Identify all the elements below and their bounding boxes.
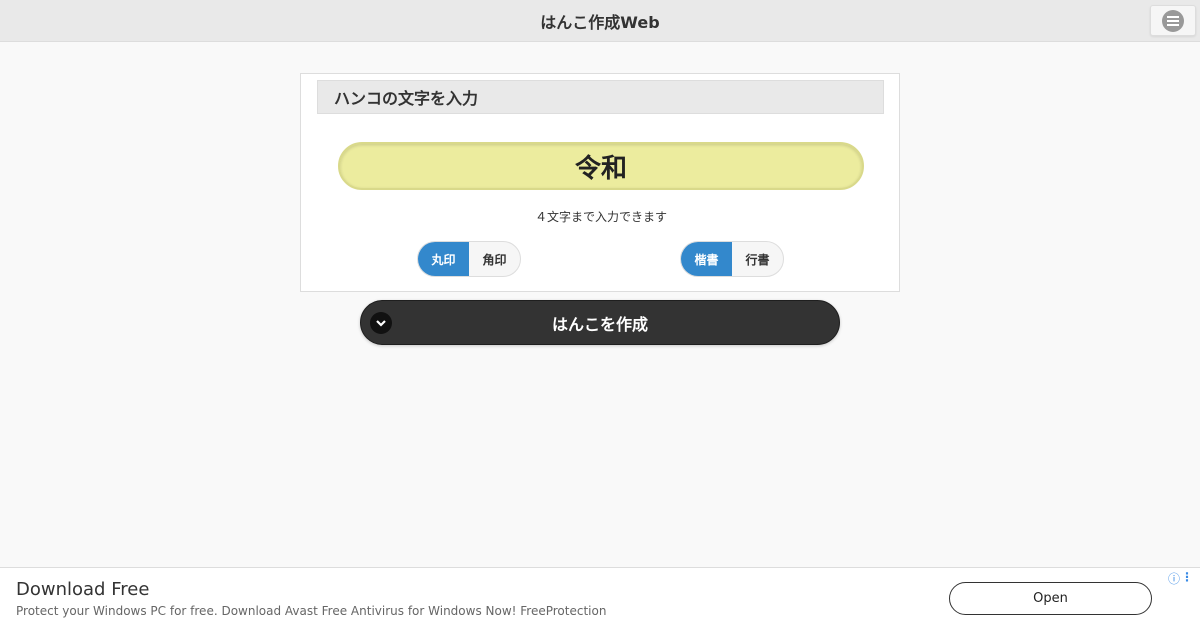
menu-icon <box>1162 9 1184 32</box>
hanko-input-panel: ハンコの文字を入力 ４文字まで入力できます 丸印 角印 楷書 行書 <box>300 73 900 292</box>
shape-option-square[interactable]: 角印 <box>469 242 520 276</box>
page-title: はんこ作成Web <box>540 12 660 32</box>
hanko-text-input[interactable] <box>338 142 864 190</box>
shape-selector: 丸印 角印 <box>417 241 521 277</box>
shape-option-round[interactable]: 丸印 <box>418 242 469 276</box>
ad-description[interactable]: Protect your Windows PC for free. Downlo… <box>16 604 606 618</box>
chevron-down-icon <box>370 312 392 334</box>
style-option-kaisho[interactable]: 楷書 <box>681 242 732 276</box>
create-hanko-button[interactable]: はんこを作成 <box>360 300 840 345</box>
ad-info-icon[interactable]: ⓘ <box>1168 570 1180 587</box>
ad-title[interactable]: Download Free <box>16 579 149 600</box>
ad-banner: Download Free Protect your Windows PC fo… <box>0 567 1200 630</box>
panel-heading: ハンコの文字を入力 <box>317 80 884 114</box>
create-hanko-label: はんこを作成 <box>551 314 648 334</box>
ad-open-button[interactable]: Open <box>949 582 1152 615</box>
menu-button[interactable] <box>1150 5 1196 36</box>
char-limit-hint: ４文字まで入力できます <box>534 210 667 224</box>
ad-more-icon[interactable]: ⋮ <box>1181 570 1193 584</box>
style-option-gyosho[interactable]: 行書 <box>732 242 783 276</box>
font-style-selector: 楷書 行書 <box>680 241 784 277</box>
app-header: はんこ作成Web <box>0 0 1200 42</box>
